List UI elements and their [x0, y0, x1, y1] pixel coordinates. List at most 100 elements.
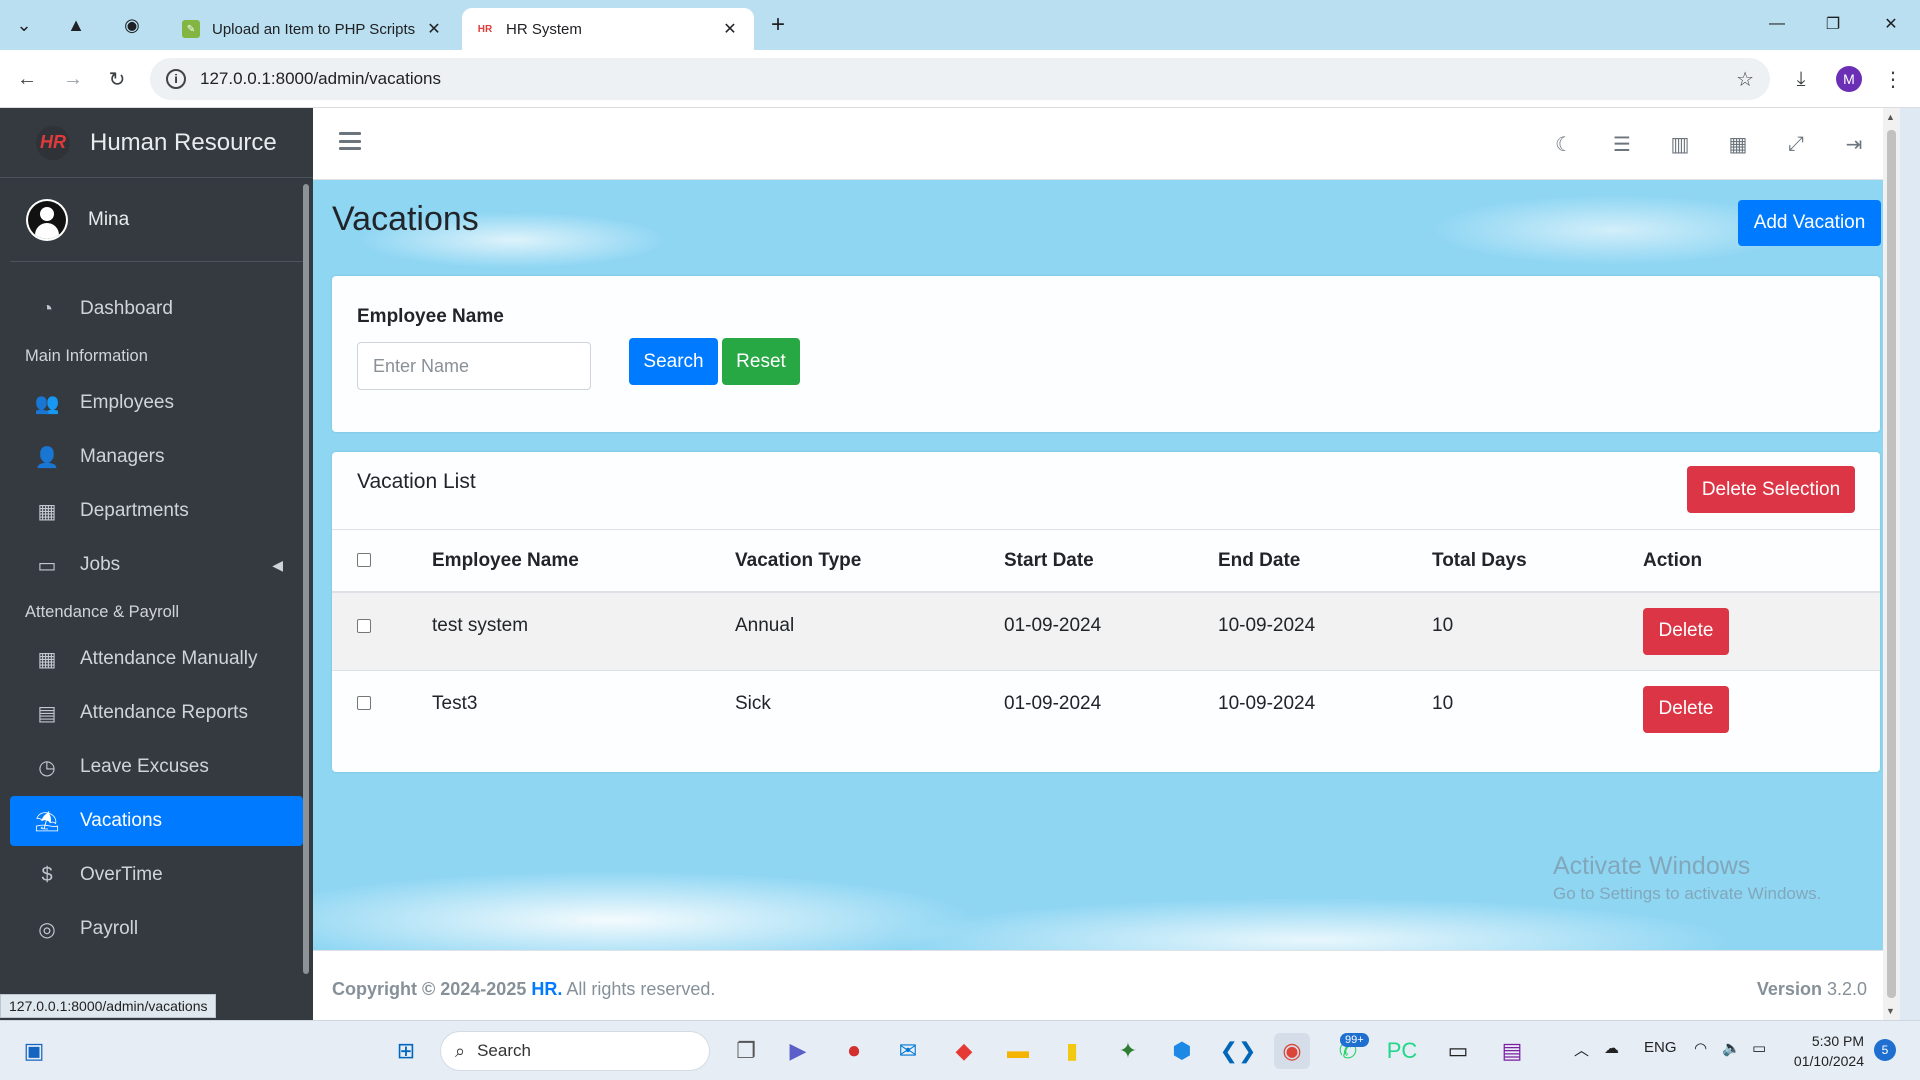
battery-icon[interactable]: ▭	[1752, 1039, 1766, 1057]
back-icon[interactable]: ←	[10, 62, 44, 96]
sidebar-item-attendance-reports[interactable]: ▤ Attendance Reports	[10, 688, 303, 738]
vscode-icon[interactable]: ❮❯	[1220, 1033, 1257, 1069]
footer-brand-link[interactable]: HR.	[531, 979, 562, 999]
tray-chevron-icon[interactable]: ︿	[1574, 1039, 1589, 1060]
language-indicator[interactable]: ENG	[1644, 1039, 1677, 1056]
browser-menu-icon[interactable]: ⋮	[1876, 62, 1910, 96]
search-button[interactable]: Search	[629, 338, 718, 385]
cell-end: 10-09-2024	[1218, 591, 1432, 670]
cell-start: 01-09-2024	[1004, 669, 1218, 748]
vpn-icon[interactable]: ⬢	[1164, 1033, 1200, 1069]
teams-icon[interactable]: ▶	[780, 1033, 816, 1069]
system-clock[interactable]: 5:30 PM 01/10/2024	[1784, 1031, 1864, 1071]
forward-icon[interactable]: →	[56, 62, 90, 96]
user-panel[interactable]: Mina	[10, 178, 303, 262]
chrome-icon[interactable]: ◉	[1274, 1033, 1310, 1069]
taskbar-search[interactable]: ⌕ Search	[440, 1031, 710, 1071]
sidebar-item-payroll[interactable]: ◎ Payroll	[10, 904, 303, 954]
power-bi-icon[interactable]: ▮	[1054, 1033, 1090, 1069]
logout-icon[interactable]: ⇥	[1839, 130, 1869, 158]
sidebar-item-employees[interactable]: 👥 Employees	[10, 378, 303, 428]
profile-avatar[interactable]: M	[1836, 66, 1862, 92]
url-text: 127.0.0.1:8000/admin/vacations	[200, 69, 442, 88]
brand-logo: HR	[36, 125, 70, 160]
notification-badge[interactable]: 5	[1874, 1039, 1896, 1061]
col-start-date: Start Date	[1004, 530, 1218, 593]
address-bar[interactable]: i 127.0.0.1:8000/admin/vacations ☆	[150, 58, 1770, 100]
scroll-up-icon[interactable]: ▲	[1886, 112, 1895, 122]
select-all-checkbox[interactable]	[357, 553, 371, 568]
tab-upload-item[interactable]: ✎ Upload an Item to PHP Scripts ✕	[168, 8, 458, 50]
widgets-icon[interactable]: ▣	[16, 1033, 52, 1069]
new-tab-icon[interactable]: +	[760, 7, 796, 43]
record-icon[interactable]: ⏺	[836, 1033, 872, 1069]
close-tab-icon[interactable]: ✕	[424, 19, 444, 39]
sidebar-item-jobs[interactable]: ▭ Jobs ◀	[10, 540, 303, 590]
fullscreen-icon[interactable]: ⤢	[1781, 130, 1811, 158]
hr-favicon-icon: HR	[477, 23, 493, 35]
sidebar: HR Human Resource Mina ◔ Dashboard Main …	[0, 108, 313, 1020]
file-icon: ▤	[37, 702, 57, 725]
dark-mode-moon-icon[interactable]: ☾	[1549, 130, 1579, 158]
employee-name-input[interactable]	[357, 342, 591, 390]
task-view-icon[interactable]: ❐	[728, 1033, 764, 1069]
sidebar-item-leave-excuses[interactable]: ◷ Leave Excuses	[10, 742, 303, 792]
minimize-icon[interactable]: —	[1752, 8, 1802, 40]
sidebar-nav: ◔ Dashboard Main Information 👥 Employees…	[0, 262, 313, 954]
close-tab-icon[interactable]: ✕	[720, 19, 740, 39]
calendar-icon[interactable]: ▦	[1723, 130, 1753, 158]
version-label: Version	[1756, 979, 1822, 999]
sidebar-scrollbar[interactable]	[303, 184, 309, 974]
anydesk-icon[interactable]: ◆	[946, 1033, 982, 1069]
add-vacation-button[interactable]: Add Vacation	[1738, 200, 1881, 246]
windows-start-icon[interactable]: ⊞	[388, 1033, 424, 1069]
terminal-icon[interactable]: ▭	[1440, 1033, 1476, 1069]
file-explorer-icon[interactable]: ▬	[1000, 1033, 1036, 1069]
reload-icon[interactable]: ↻	[100, 62, 134, 96]
scroll-down-icon[interactable]: ▼	[1886, 1006, 1895, 1016]
scrollbar-thumb[interactable]	[1887, 130, 1896, 998]
delete-button[interactable]: Delete	[1643, 607, 1729, 655]
sidebar-item-overtime[interactable]: $ OverTime	[10, 850, 303, 900]
close-window-icon[interactable]: ✕	[1866, 8, 1916, 40]
volume-icon[interactable]: 🔈	[1722, 1039, 1741, 1057]
sidebar-item-label: Jobs	[80, 554, 121, 575]
page-title: Vacations	[332, 200, 479, 238]
row-checkbox[interactable]	[357, 696, 371, 711]
umbrella-beach-icon: ⛱	[34, 810, 60, 833]
bookmark-star-icon[interactable]: ☆	[1736, 67, 1754, 92]
menu-toggle-icon[interactable]	[339, 132, 361, 150]
vacation-list-card: Vacation List Delete Selection Employee …	[332, 452, 1880, 772]
pinned-tab-icon[interactable]: ▲	[58, 7, 94, 43]
tab-search-chevron-icon[interactable]: ⌄	[6, 7, 42, 43]
restore-icon[interactable]: ❐	[1808, 8, 1858, 40]
reset-button[interactable]: Reset	[722, 338, 800, 385]
card-header: Vacation List Delete Selection	[332, 452, 1880, 530]
onedrive-icon[interactable]: ☁	[1604, 1039, 1619, 1057]
delete-button[interactable]: Delete	[1643, 685, 1729, 733]
sidebar-item-label: Dashboard	[80, 298, 173, 319]
page-scrollbar[interactable]: ▲ ▼	[1883, 108, 1900, 1020]
sidebar-item-attendance-manually[interactable]: ▦ Attendance Manually	[10, 634, 303, 684]
app-icon[interactable]: ✦	[1110, 1033, 1146, 1069]
row-checkbox[interactable]	[357, 618, 371, 633]
sidebar-item-managers[interactable]: 👤 Managers	[10, 432, 303, 482]
site-info-icon[interactable]: i	[166, 69, 186, 89]
sidebar-item-label: Leave Excuses	[80, 756, 209, 777]
winrar-icon[interactable]: ▤	[1494, 1033, 1530, 1069]
col-end-date: End Date	[1218, 530, 1432, 593]
wifi-icon[interactable]: ◠	[1694, 1039, 1707, 1057]
github-tab-icon[interactable]: ◉	[114, 7, 150, 43]
task-list-icon[interactable]: ☰	[1607, 130, 1637, 158]
sidebar-item-vacations[interactable]: ⛱ Vacations	[10, 796, 303, 846]
sidebar-item-departments[interactable]: ▦ Departments	[10, 486, 303, 536]
tab-hr-system[interactable]: HR HR System ✕	[462, 8, 754, 50]
delete-selection-button[interactable]: Delete Selection	[1687, 466, 1855, 513]
mail-icon[interactable]: ✉	[890, 1033, 926, 1069]
sidebar-item-dashboard[interactable]: ◔ Dashboard	[10, 284, 303, 334]
pycharm-icon[interactable]: PC	[1384, 1033, 1420, 1069]
brand-link[interactable]: HR Human Resource	[0, 108, 313, 178]
download-icon[interactable]: ⤓	[1784, 62, 1818, 96]
copyright-prefix: Copyright © 2024-2025	[332, 979, 527, 999]
bar-chart-icon[interactable]: ▥	[1665, 130, 1695, 158]
